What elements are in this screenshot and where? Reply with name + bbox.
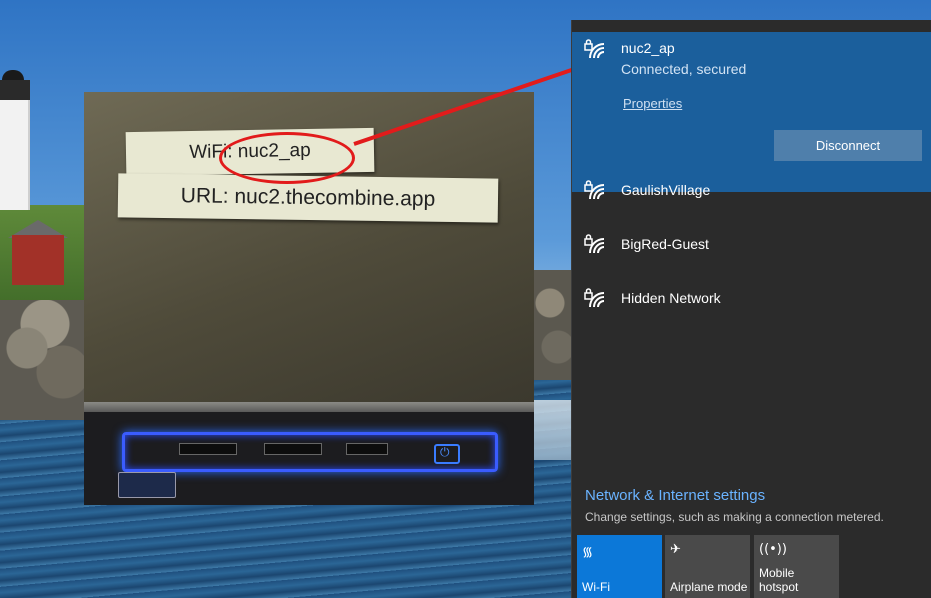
network-name: Hidden Network (621, 290, 721, 306)
red-house (12, 235, 64, 285)
tile-label: Airplane mode (670, 580, 748, 594)
wifi-flyout: nuc2_ap Connected, secured Properties Di… (571, 20, 931, 598)
url-label-text: URL: nuc2.thecombine.app (180, 184, 436, 211)
network-settings-description: Change settings, such as making a connec… (585, 510, 884, 524)
network-item[interactable]: GaulishVillage (572, 163, 931, 217)
connection-status: Connected, secured (621, 61, 747, 77)
tile-label: Wi-Fi (582, 580, 610, 594)
power-button-icon (434, 444, 460, 464)
wifi-toggle-tile[interactable]: ᯾ Wi-Fi (577, 535, 662, 598)
network-item[interactable]: BigRed-Guest (572, 217, 931, 271)
properties-link[interactable]: Properties (623, 96, 682, 111)
usb-port (264, 443, 322, 455)
intel-badge (118, 472, 176, 498)
airplane-icon: ✈ (670, 542, 681, 557)
network-name: GaulishVillage (621, 182, 711, 198)
network-name: BigRed-Guest (621, 236, 709, 252)
hotspot-icon: ((•)) (759, 542, 787, 557)
device-photo: WiFi: nuc2_ap URL: nuc2.thecombine.app (84, 92, 534, 505)
network-settings-link[interactable]: Network & Internet settings (585, 487, 765, 504)
disconnect-button[interactable]: Disconnect (774, 130, 922, 161)
lighthouse (0, 100, 30, 210)
wallpaper-rocks-right (534, 270, 574, 380)
wifi-icon: ᯾ (582, 545, 594, 560)
airplane-mode-tile[interactable]: ✈ Airplane mode (665, 535, 750, 598)
mobile-hotspot-tile[interactable]: ((•)) Mobile hotspot (754, 535, 839, 598)
tile-label: Mobile hotspot (759, 566, 799, 594)
wifi-secured-icon (584, 234, 605, 254)
wallpaper-rocks-left (0, 300, 90, 420)
wifi-secured-icon (584, 39, 605, 59)
wifi-secured-icon (584, 288, 605, 308)
wallpaper-foam (534, 400, 574, 460)
network-item[interactable]: Hidden Network (572, 271, 931, 325)
wifi-secured-icon (584, 180, 605, 200)
highlight-circle (219, 132, 355, 184)
audio-port (346, 443, 388, 455)
usb-port (179, 443, 237, 455)
connected-network-name: nuc2_ap (621, 40, 675, 56)
